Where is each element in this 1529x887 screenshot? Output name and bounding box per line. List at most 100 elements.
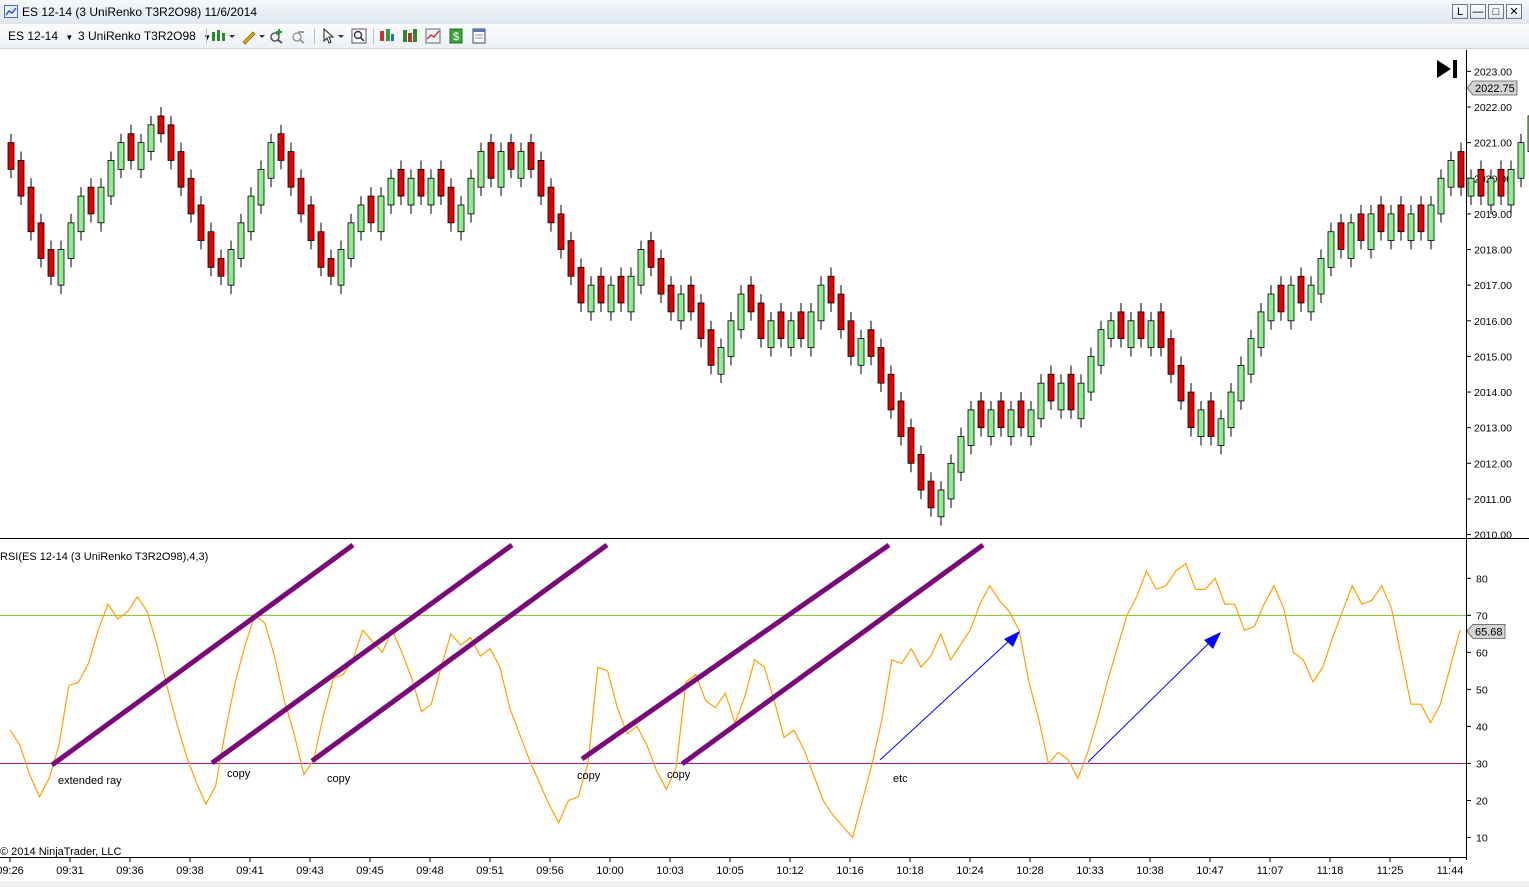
up-candle (147, 124, 155, 152)
down-candle (87, 186, 95, 215)
up-candle (1347, 222, 1355, 259)
time-label: 10:47 (1196, 865, 1224, 877)
down-candle (537, 160, 545, 197)
down-candle (1297, 275, 1305, 304)
up-candle (1467, 177, 1475, 197)
pointer-icon[interactable] (320, 27, 346, 45)
last-rsi-label: 65.68 (1475, 626, 1503, 638)
up-candle (1427, 204, 1435, 242)
down-candle (907, 427, 915, 464)
up-candle (637, 249, 645, 286)
down-candle (867, 329, 875, 357)
up-candle (1507, 168, 1515, 206)
price-tick-label: 2012.00 (1474, 458, 1512, 470)
up-candle (407, 177, 415, 206)
down-candle (777, 311, 785, 340)
up-candle (1037, 382, 1045, 420)
dollar-icon[interactable]: $ (447, 27, 465, 45)
svg-text:$: $ (453, 31, 459, 43)
down-candle (317, 231, 325, 268)
down-candle (1357, 213, 1365, 242)
time-label: 10:00 (596, 865, 624, 877)
down-candle (887, 373, 895, 411)
down-candle (827, 275, 835, 304)
down-candle (1117, 311, 1125, 340)
time-label: 11:18 (1317, 865, 1344, 877)
price-tick-label: 2016.00 (1474, 316, 1512, 328)
time-label: 10:38 (1136, 865, 1164, 877)
up-candle (1077, 382, 1085, 420)
up-candle (1107, 320, 1115, 340)
down-candle (417, 168, 425, 197)
up-candle (737, 293, 745, 331)
price-tick-label: 2010.00 (1474, 530, 1512, 542)
rsi-tick-label: 30 (1476, 758, 1488, 770)
down-candle (597, 275, 605, 304)
up-candle (347, 222, 355, 259)
up-candle (237, 222, 245, 259)
up-candle (247, 195, 255, 233)
up-candle (257, 168, 265, 206)
instrument-selector[interactable]: ES 12-14 ▼ (8, 29, 73, 43)
down-candle (877, 347, 885, 384)
up-candle (117, 142, 125, 170)
annotation-label: extended ray (58, 775, 122, 787)
price-tick-label: 2021.00 (1474, 138, 1512, 150)
price-tick-label: 2022.00 (1474, 102, 1512, 114)
up-candle (937, 489, 945, 518)
down-candle (167, 124, 175, 161)
link-button[interactable]: L (1452, 4, 1468, 19)
close-button[interactable]: ✕ (1506, 4, 1522, 19)
time-label: 09:31 (56, 865, 84, 877)
down-candle (437, 168, 445, 197)
down-candle (547, 186, 555, 224)
zoom-in-icon[interactable] (268, 27, 286, 45)
up-candle (1327, 231, 1335, 268)
copyright-text: © 2014 NinjaTrader, LLC (0, 846, 121, 858)
up-candle (857, 338, 865, 366)
down-candle (687, 284, 695, 313)
up-candle (1217, 418, 1225, 446)
price-tick-label: 2019.00 (1474, 209, 1512, 221)
down-candle (1137, 311, 1145, 340)
down-candle (507, 142, 515, 170)
templates-icon[interactable] (470, 27, 488, 45)
down-candle (207, 231, 215, 268)
down-candle (487, 142, 495, 179)
up-candle (677, 293, 685, 322)
up-candle (1267, 293, 1275, 322)
data-box-icon[interactable] (378, 27, 396, 45)
up-candle (1487, 177, 1495, 206)
up-candle (67, 222, 75, 259)
maximize-button[interactable]: □ (1488, 4, 1504, 19)
up-candle (1387, 213, 1395, 242)
up-candle (1057, 382, 1065, 411)
up-candle (1257, 311, 1265, 348)
drawing-pencil-icon[interactable] (240, 27, 266, 45)
down-candle (27, 186, 35, 233)
down-candle (1067, 373, 1075, 411)
chart-toolbar: ES 12-14 ▼ 3 UniRenko T3R2O98 ▼ $ (0, 24, 1529, 49)
up-candle (1227, 391, 1235, 429)
up-candle (517, 151, 525, 179)
minimize-button[interactable]: — (1470, 4, 1486, 19)
zoom-out-icon[interactable] (290, 27, 308, 45)
down-candle (797, 311, 805, 340)
indicators-icon[interactable] (401, 27, 419, 45)
down-candle (287, 151, 295, 188)
up-candle (947, 462, 955, 500)
price-tick-label: 2013.00 (1474, 423, 1512, 435)
time-label: 11:44 (1437, 865, 1464, 877)
chart-area[interactable]: 2010.00 2011.00 2012.00 2013.00 2014.00 2015.… (0, 50, 1529, 881)
time-label: 09:38 (176, 865, 204, 877)
down-candle (367, 195, 375, 224)
strategies-icon[interactable] (424, 27, 442, 45)
up-candle (1237, 364, 1245, 402)
up-candle (787, 320, 795, 348)
up-candle (357, 204, 365, 233)
bar-type-selector[interactable]: 3 UniRenko T3R2O98 ▼ (78, 29, 211, 43)
properties-icon[interactable] (350, 27, 368, 45)
time-label: 09:43 (296, 865, 324, 877)
time-label: 09:26 (0, 865, 24, 877)
chart-style-icon[interactable] (210, 27, 236, 45)
